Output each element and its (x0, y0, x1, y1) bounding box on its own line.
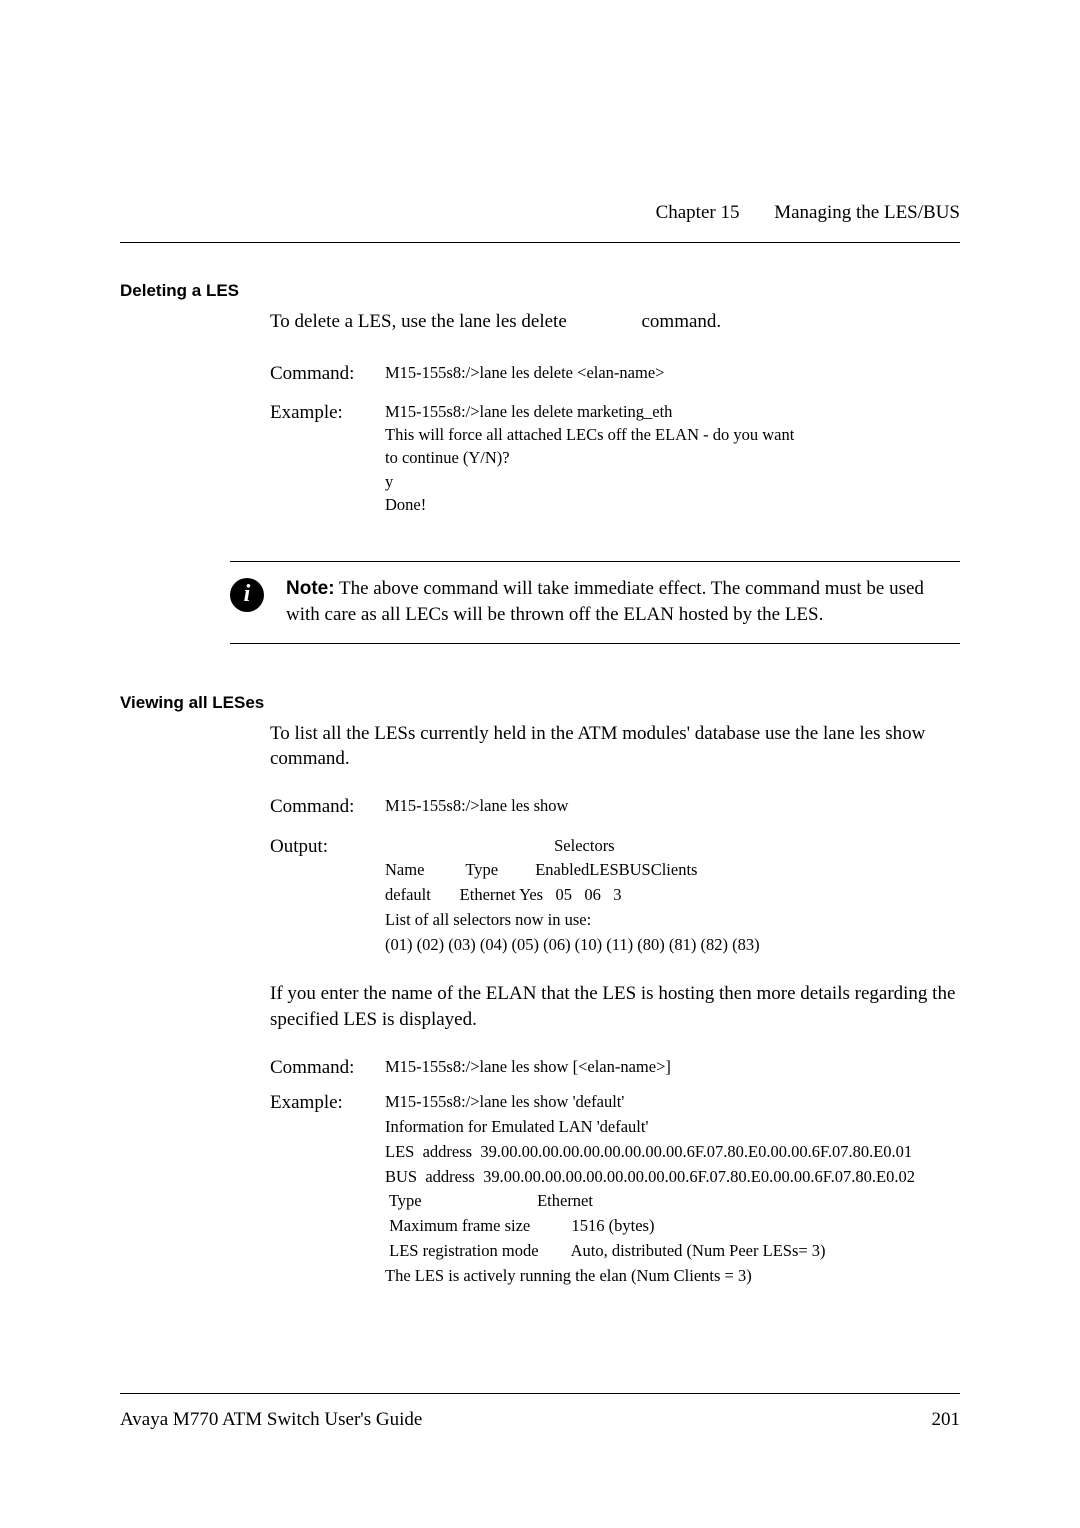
chapter-title: Managing the LES/BUS (774, 202, 960, 223)
example-block: M15-155s8:/>lane les show 'default' Info… (385, 1090, 960, 1288)
example-label: Example: (270, 400, 385, 515)
viewing-intro: To list all the LESs currently held in t… (270, 721, 960, 772)
out-line: default Ethernet Yes 05 06 3 (385, 883, 960, 908)
viewing-para2: If you enter the name of the ELAN that t… (270, 981, 960, 1032)
command-label: Command: (270, 1055, 385, 1081)
ex-line: Type Ethernet (385, 1189, 960, 1214)
output-label: Output: (270, 834, 385, 958)
note-text: Note: The above command will take immedi… (286, 576, 960, 629)
example-block: M15-155s8:/>lane les delete marketing_et… (385, 400, 960, 515)
command-text: M15-155s8:/>lane les show (385, 794, 960, 820)
ex-line: This will force all attached LECs off th… (385, 423, 960, 446)
ex-line: LES registration mode Auto, distributed … (385, 1239, 960, 1264)
ex-line: Information for Emulated LAN 'default' (385, 1115, 960, 1140)
out-line: Name Type EnabledLESBUSClients (385, 858, 960, 883)
chapter-label: Chapter 15 (656, 202, 740, 223)
ex-line: y (385, 470, 960, 493)
section-heading-viewing: Viewing all LESes (120, 692, 960, 715)
note-block: i Note: The above command will take imme… (230, 561, 960, 644)
note-body: The above command will take immediate ef… (286, 578, 924, 626)
info-icon: i (230, 578, 264, 612)
intro-cmd: lane les delete (459, 311, 567, 332)
ex-line: M15-155s8:/>lane les show 'default' (385, 1090, 960, 1115)
ex-line: to continue (Y/N)? (385, 446, 960, 469)
out-line: List of all selectors now in use: (385, 908, 960, 933)
intro-cmd: lane les show (823, 723, 925, 744)
ex-line: The LES is actively running the elan (Nu… (385, 1264, 960, 1289)
running-header: Chapter 15 Managing the LES/BUS (656, 200, 960, 226)
command-label: Command: (270, 794, 385, 820)
command-text: M15-155s8:/>lane les delete <elan-name> (385, 361, 960, 387)
footer-left: Avaya M770 ATM Switch User's Guide (120, 1407, 422, 1433)
section-heading-deleting: Deleting a LES (120, 280, 960, 303)
out-line: (01) (02) (03) (04) (05) (06) (10) (11) … (385, 933, 960, 958)
intro-post: command. (270, 748, 350, 769)
header-rule (120, 242, 960, 243)
intro-post: command. (637, 311, 721, 332)
footer-page-number: 201 (932, 1407, 961, 1433)
intro-pre: To delete a LES, use the (270, 311, 459, 332)
footer-rule (120, 1393, 960, 1394)
example-label: Example: (270, 1090, 385, 1288)
command-label: Command: (270, 361, 385, 387)
ex-line: Maximum frame size 1516 (bytes) (385, 1214, 960, 1239)
ex-line: Done! (385, 493, 960, 516)
deleting-intro: To delete a LES, use the lane les delete… (270, 309, 960, 335)
out-line: Selectors (385, 834, 960, 859)
command-text: M15-155s8:/>lane les show [<elan-name>] (385, 1055, 960, 1081)
ex-line: LES address 39.00.00.00.00.00.00.00.00.0… (385, 1140, 960, 1165)
page-footer: Avaya M770 ATM Switch User's Guide 201 (120, 1407, 960, 1433)
intro-pre: To list all the LESs currently held in t… (270, 723, 823, 744)
output-block: Selectors Name Type EnabledLESBUSClients… (385, 834, 960, 958)
ex-line: BUS address 39.00.00.00.00.00.00.00.00.0… (385, 1165, 960, 1190)
ex-line: M15-155s8:/>lane les delete marketing_et… (385, 400, 960, 423)
note-label: Note: (286, 578, 335, 599)
